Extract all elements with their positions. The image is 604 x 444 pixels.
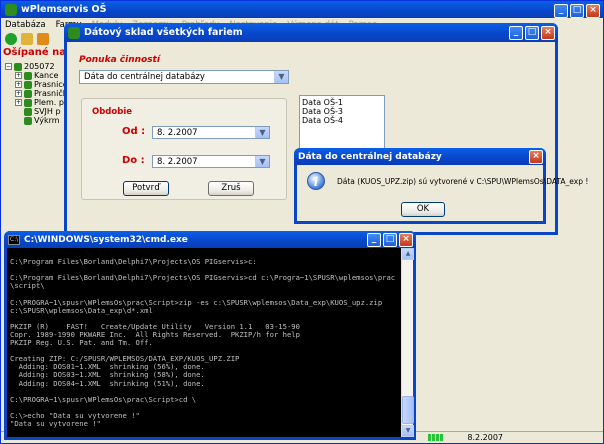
cmd-minimize-button[interactable]: _ — [367, 233, 381, 247]
od-label: Od : — [122, 126, 146, 137]
list-item[interactable]: Data OŠ-4 — [302, 116, 382, 125]
do-label: Do : — [122, 155, 145, 166]
tree-item[interactable]: Výkrm — [5, 116, 65, 125]
folder-icon[interactable] — [21, 33, 33, 45]
farm-icon — [14, 62, 22, 71]
pig-icon — [24, 107, 32, 116]
dialog-app-icon — [68, 26, 80, 39]
pig-icon — [24, 89, 32, 98]
check-icon[interactable] — [5, 33, 17, 45]
message-text: Dáta (KUOS_UPZ.zip) sú vytvorené v C:\SP… — [337, 177, 589, 186]
status-progress — [428, 434, 443, 441]
message-title: Dáta do centrálnej databázy — [298, 151, 442, 162]
arrow-icon[interactable] — [37, 33, 49, 45]
message-box: Dáta do centrálnej databázy × i Dáta (KU… — [294, 148, 588, 224]
pig-icon — [24, 71, 32, 80]
obdobie-group: Obdobie Od : 8. 2.2007 ▼ Do : 8. 2.2007 … — [81, 98, 287, 200]
main-title: wPlemservis OŠ — [21, 4, 107, 15]
scroll-down-icon[interactable]: ▼ — [402, 425, 414, 437]
od-date-picker[interactable]: 8. 2.2007 ▼ — [152, 126, 270, 139]
console-output[interactable]: C:\Program Files\Borland\Delphi7\Project… — [7, 248, 405, 437]
obdobie-label: Obdobie — [92, 107, 132, 117]
collapse-icon[interactable]: − — [5, 63, 12, 70]
cmd-maximize-button[interactable]: □ — [383, 233, 397, 247]
main-titlebar[interactable]: wPlemservis OŠ _ □ × — [1, 1, 603, 18]
console-line: C:\PROGRA~1\spusr\WPlemsOs\prac\Script>c… — [10, 394, 197, 404]
message-titlebar[interactable]: Dáta do centrálnej databázy × — [294, 148, 546, 165]
scroll-thumb[interactable] — [402, 396, 414, 424]
console-line: "Data su vytvorene !" — [10, 418, 101, 428]
message-close-button[interactable]: × — [529, 150, 543, 164]
pig-icon — [24, 80, 32, 89]
expand-icon[interactable]: + — [15, 72, 22, 79]
expand-icon[interactable]: + — [15, 99, 22, 106]
chevron-down-icon[interactable]: ▼ — [255, 127, 269, 138]
cmd-titlebar[interactable]: C:\ C:\WINDOWS\system32\cmd.exe _ □ × — [4, 231, 416, 248]
close-button[interactable]: × — [586, 4, 600, 18]
console-line: C:\PROGRA~1\spusr\WPlemsOs\prac\Script>z… — [10, 297, 387, 315]
cmd-close-button[interactable]: × — [399, 233, 413, 247]
dialog-minimize-button[interactable]: _ — [509, 26, 523, 40]
console-icon: C:\ — [8, 234, 20, 245]
list-item[interactable]: Data OŠ-3 — [302, 107, 382, 116]
console-line: Adding: DOS04~1.XML shrinking (51%), don… — [10, 378, 205, 388]
minimize-button[interactable]: _ — [554, 4, 568, 18]
tree-item[interactable]: −205072 — [5, 62, 65, 71]
tree-item[interactable]: + Kance — [5, 71, 65, 80]
pig-icon — [24, 116, 32, 125]
console-scrollbar[interactable]: ▲ ▼ — [401, 248, 414, 437]
dialog-maximize-button[interactable]: □ — [525, 26, 539, 40]
maximize-button[interactable]: □ — [570, 4, 584, 18]
confirm-button[interactable]: Potvrď — [123, 181, 169, 196]
ponuka-label: Ponuka činností — [79, 55, 160, 65]
tree-item[interactable]: +Plem. prasnice — [5, 98, 65, 107]
tree-item[interactable]: +Prasničky — [5, 89, 65, 98]
list-item[interactable]: Data OŠ-1 — [302, 98, 382, 107]
expand-icon[interactable]: + — [15, 90, 22, 97]
action-select[interactable]: Dáta do centrálnej databázy ▼ — [79, 70, 289, 84]
app-icon — [5, 3, 17, 16]
tree-item[interactable]: SVJH p — [5, 107, 65, 116]
dialog-title: Dátový sklad všetkých fariem — [84, 27, 243, 38]
do-date-picker[interactable]: 8. 2.2007 ▼ — [152, 155, 270, 168]
scroll-up-icon[interactable]: ▲ — [402, 248, 414, 260]
expand-icon[interactable]: + — [15, 81, 22, 88]
ok-button[interactable]: OK — [401, 202, 445, 217]
dialog-close-button[interactable]: × — [541, 26, 555, 40]
info-icon: i — [307, 172, 325, 190]
console-line: C:\Program Files\Borland\Delphi7\Project… — [10, 257, 257, 267]
status-date: 8.2.2007 — [467, 433, 503, 442]
console-line: C:\>pause 0 — [10, 436, 402, 437]
cmd-window: C:\ C:\WINDOWS\system32\cmd.exe _ □ × C:… — [4, 231, 416, 440]
chevron-down-icon[interactable]: ▼ — [255, 156, 269, 167]
console-line: PKZIP Reg. U.S. Pat. and Tm. Off. — [10, 338, 153, 348]
cmd-title: C:\WINDOWS\system32\cmd.exe — [24, 234, 188, 245]
tree-item[interactable]: + Prasnice — [5, 80, 65, 89]
pig-icon — [24, 98, 32, 107]
console-line: C:\Program Files\Borland\Delphi7\Project… — [10, 273, 396, 291]
farm-tree: −205072 +Kance +Prasnice +Prasničky +Ple… — [5, 62, 65, 125]
cancel-button[interactable]: Zruš — [208, 181, 254, 196]
menu-databaza[interactable]: Databáza — [5, 20, 46, 30]
dialog-titlebar[interactable]: Dátový sklad všetkých fariem _ □ × — [64, 23, 558, 42]
chevron-down-icon[interactable]: ▼ — [274, 71, 288, 83]
